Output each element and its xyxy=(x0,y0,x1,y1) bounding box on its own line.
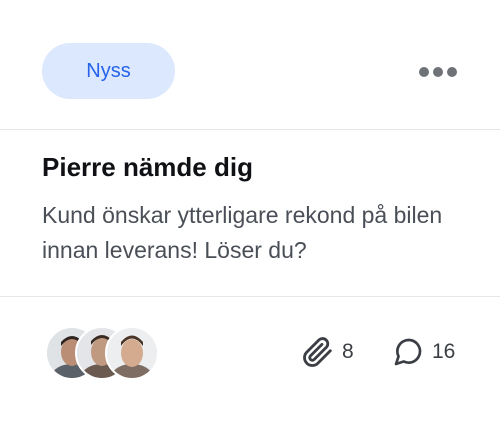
more-horizontal-icon xyxy=(419,67,457,77)
divider xyxy=(0,296,500,297)
attachments-button[interactable]: 8 xyxy=(300,336,354,368)
participants-avatars[interactable] xyxy=(45,326,165,380)
attachments-count: 8 xyxy=(342,340,354,363)
card-header: Nyss xyxy=(0,0,500,129)
notification-title: Pierre nämde dig xyxy=(42,152,253,182)
speech-bubble-icon xyxy=(392,336,424,368)
notification-card[interactable]: Nyss Pierre nämde dig Kund önskar ytterl… xyxy=(0,0,500,425)
paperclip-icon xyxy=(300,335,334,369)
comments-count: 16 xyxy=(432,340,456,363)
avatar[interactable] xyxy=(105,326,159,380)
more-options-button[interactable] xyxy=(412,58,464,86)
notification-message: Kund önskar ytterligare rekond på bilen … xyxy=(42,202,443,263)
divider xyxy=(0,129,500,130)
status-badge: Nyss xyxy=(42,43,175,99)
comments-button[interactable]: 16 xyxy=(392,336,455,368)
